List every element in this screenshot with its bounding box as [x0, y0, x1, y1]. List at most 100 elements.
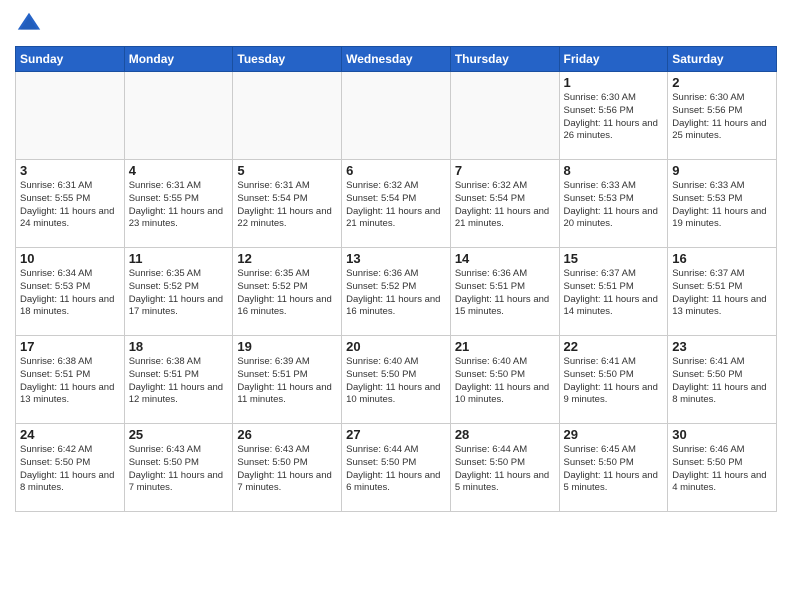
day-number: 20 [346, 339, 446, 354]
day-number: 10 [20, 251, 120, 266]
calendar-cell: 30 Sunrise: 6:46 AM Sunset: 5:50 PM Dayli… [668, 424, 777, 512]
calendar-cell [342, 72, 451, 160]
day-info: Sunrise: 6:44 AM Sunset: 5:50 PM Dayligh… [455, 444, 555, 495]
day-number: 27 [346, 427, 446, 442]
day-number: 6 [346, 163, 446, 178]
calendar-cell: 22 Sunrise: 6:41 AM Sunset: 5:50 PM Dayli… [559, 336, 668, 424]
calendar-cell: 19Sunrise: 6:39 AM Sunset: 5:51 PM Dayli… [233, 336, 342, 424]
day-info: Sunrise: 6:40 AM Sunset: 5:50 PM Dayligh… [455, 356, 555, 407]
weekday-header: Sunday [16, 47, 125, 72]
calendar-cell: 5 Sunrise: 6:31 AM Sunset: 5:54 PM Daylig… [233, 160, 342, 248]
day-info: Sunrise: 6:32 AM Sunset: 5:54 PM Dayligh… [455, 180, 555, 231]
calendar-cell: 28 Sunrise: 6:44 AM Sunset: 5:50 PM Dayli… [450, 424, 559, 512]
weekday-header: Saturday [668, 47, 777, 72]
day-number: 25 [129, 427, 229, 442]
week-row: 10 Sunrise: 6:34 AM Sunset: 5:53 PM Dayli… [16, 248, 777, 336]
day-info: Sunrise: 6:43 AM Sunset: 5:50 PM Dayligh… [129, 444, 229, 495]
calendar-cell: 26 Sunrise: 6:43 AM Sunset: 5:50 PM Dayli… [233, 424, 342, 512]
day-info: Sunrise: 6:31 AM Sunset: 5:55 PM Dayligh… [20, 180, 120, 231]
day-info: Sunrise: 6:34 AM Sunset: 5:53 PM Dayligh… [20, 268, 120, 319]
calendar-cell: 23 Sunrise: 6:41 AM Sunset: 5:50 PM Dayli… [668, 336, 777, 424]
calendar-cell: 20 Sunrise: 6:40 AM Sunset: 5:50 PM Dayli… [342, 336, 451, 424]
week-row: 1 Sunrise: 6:30 AM Sunset: 5:56 PM Daylig… [16, 72, 777, 160]
day-number: 2 [672, 75, 772, 90]
day-number: 26 [237, 427, 337, 442]
day-info: Sunrise: 6:36 AM Sunset: 5:52 PM Dayligh… [346, 268, 446, 319]
day-info: Sunrise: 6:32 AM Sunset: 5:54 PM Dayligh… [346, 180, 446, 231]
day-number: 8 [564, 163, 664, 178]
calendar-cell: 4Sunrise: 6:31 AM Sunset: 5:55 PM Daylig… [124, 160, 233, 248]
day-number: 9 [672, 163, 772, 178]
day-info: Sunrise: 6:33 AM Sunset: 5:53 PM Dayligh… [564, 180, 664, 231]
calendar-cell: 27Sunrise: 6:44 AM Sunset: 5:50 PM Dayli… [342, 424, 451, 512]
day-info: Sunrise: 6:31 AM Sunset: 5:54 PM Dayligh… [237, 180, 337, 231]
day-number: 29 [564, 427, 664, 442]
day-number: 30 [672, 427, 772, 442]
calendar-cell: 29 Sunrise: 6:45 AM Sunset: 5:50 PM Dayli… [559, 424, 668, 512]
day-number: 11 [129, 251, 229, 266]
calendar-cell: 1 Sunrise: 6:30 AM Sunset: 5:56 PM Daylig… [559, 72, 668, 160]
calendar-cell: 16Sunrise: 6:37 AM Sunset: 5:51 PM Dayli… [668, 248, 777, 336]
calendar-cell: 6 Sunrise: 6:32 AM Sunset: 5:54 PM Daylig… [342, 160, 451, 248]
calendar-cell [450, 72, 559, 160]
day-info: Sunrise: 6:43 AM Sunset: 5:50 PM Dayligh… [237, 444, 337, 495]
day-number: 21 [455, 339, 555, 354]
weekday-header-row: SundayMondayTuesdayWednesdayThursdayFrid… [16, 47, 777, 72]
day-number: 5 [237, 163, 337, 178]
calendar-cell: 11 Sunrise: 6:35 AM Sunset: 5:52 PM Dayli… [124, 248, 233, 336]
day-info: Sunrise: 6:33 AM Sunset: 5:53 PM Dayligh… [672, 180, 772, 231]
calendar-cell: 18Sunrise: 6:38 AM Sunset: 5:51 PM Dayli… [124, 336, 233, 424]
day-number: 13 [346, 251, 446, 266]
day-number: 3 [20, 163, 120, 178]
day-number: 14 [455, 251, 555, 266]
week-row: 3 Sunrise: 6:31 AM Sunset: 5:55 PM Daylig… [16, 160, 777, 248]
day-info: Sunrise: 6:37 AM Sunset: 5:51 PM Dayligh… [564, 268, 664, 319]
day-info: Sunrise: 6:40 AM Sunset: 5:50 PM Dayligh… [346, 356, 446, 407]
calendar-cell: 21 Sunrise: 6:40 AM Sunset: 5:50 PM Dayli… [450, 336, 559, 424]
day-info: Sunrise: 6:38 AM Sunset: 5:51 PM Dayligh… [20, 356, 120, 407]
day-info: Sunrise: 6:45 AM Sunset: 5:50 PM Dayligh… [564, 444, 664, 495]
calendar-cell: 14Sunrise: 6:36 AM Sunset: 5:51 PM Dayli… [450, 248, 559, 336]
day-number: 15 [564, 251, 664, 266]
calendar-cell: 2 Sunrise: 6:30 AM Sunset: 5:56 PM Daylig… [668, 72, 777, 160]
calendar-cell: 9 Sunrise: 6:33 AM Sunset: 5:53 PM Daylig… [668, 160, 777, 248]
weekday-header: Monday [124, 47, 233, 72]
day-info: Sunrise: 6:39 AM Sunset: 5:51 PM Dayligh… [237, 356, 337, 407]
day-number: 1 [564, 75, 664, 90]
day-info: Sunrise: 6:31 AM Sunset: 5:55 PM Dayligh… [129, 180, 229, 231]
day-info: Sunrise: 6:35 AM Sunset: 5:52 PM Dayligh… [237, 268, 337, 319]
day-info: Sunrise: 6:42 AM Sunset: 5:50 PM Dayligh… [20, 444, 120, 495]
day-number: 12 [237, 251, 337, 266]
weekday-header: Thursday [450, 47, 559, 72]
calendar-cell: 24Sunrise: 6:42 AM Sunset: 5:50 PM Dayli… [16, 424, 125, 512]
day-info: Sunrise: 6:30 AM Sunset: 5:56 PM Dayligh… [564, 92, 664, 143]
calendar-cell: 12 Sunrise: 6:35 AM Sunset: 5:52 PM Dayli… [233, 248, 342, 336]
calendar-cell: 10 Sunrise: 6:34 AM Sunset: 5:53 PM Dayli… [16, 248, 125, 336]
calendar-cell: 8 Sunrise: 6:33 AM Sunset: 5:53 PM Daylig… [559, 160, 668, 248]
header [15, 10, 777, 38]
day-number: 23 [672, 339, 772, 354]
week-row: 24Sunrise: 6:42 AM Sunset: 5:50 PM Dayli… [16, 424, 777, 512]
weekday-header: Friday [559, 47, 668, 72]
day-info: Sunrise: 6:30 AM Sunset: 5:56 PM Dayligh… [672, 92, 772, 143]
calendar-cell [16, 72, 125, 160]
calendar-cell: 13 Sunrise: 6:36 AM Sunset: 5:52 PM Dayli… [342, 248, 451, 336]
calendar-table: SundayMondayTuesdayWednesdayThursdayFrid… [15, 46, 777, 512]
calendar-cell: 25 Sunrise: 6:43 AM Sunset: 5:50 PM Dayli… [124, 424, 233, 512]
weekday-header: Wednesday [342, 47, 451, 72]
calendar-cell [233, 72, 342, 160]
calendar-cell: 7 Sunrise: 6:32 AM Sunset: 5:54 PM Daylig… [450, 160, 559, 248]
day-info: Sunrise: 6:46 AM Sunset: 5:50 PM Dayligh… [672, 444, 772, 495]
day-number: 22 [564, 339, 664, 354]
calendar-cell: 17Sunrise: 6:38 AM Sunset: 5:51 PM Dayli… [16, 336, 125, 424]
calendar-cell [124, 72, 233, 160]
calendar-cell: 3 Sunrise: 6:31 AM Sunset: 5:55 PM Daylig… [16, 160, 125, 248]
day-info: Sunrise: 6:35 AM Sunset: 5:52 PM Dayligh… [129, 268, 229, 319]
day-number: 7 [455, 163, 555, 178]
day-info: Sunrise: 6:38 AM Sunset: 5:51 PM Dayligh… [129, 356, 229, 407]
day-info: Sunrise: 6:41 AM Sunset: 5:50 PM Dayligh… [564, 356, 664, 407]
logo [15, 10, 47, 38]
day-info: Sunrise: 6:41 AM Sunset: 5:50 PM Dayligh… [672, 356, 772, 407]
day-info: Sunrise: 6:37 AM Sunset: 5:51 PM Dayligh… [672, 268, 772, 319]
day-number: 28 [455, 427, 555, 442]
